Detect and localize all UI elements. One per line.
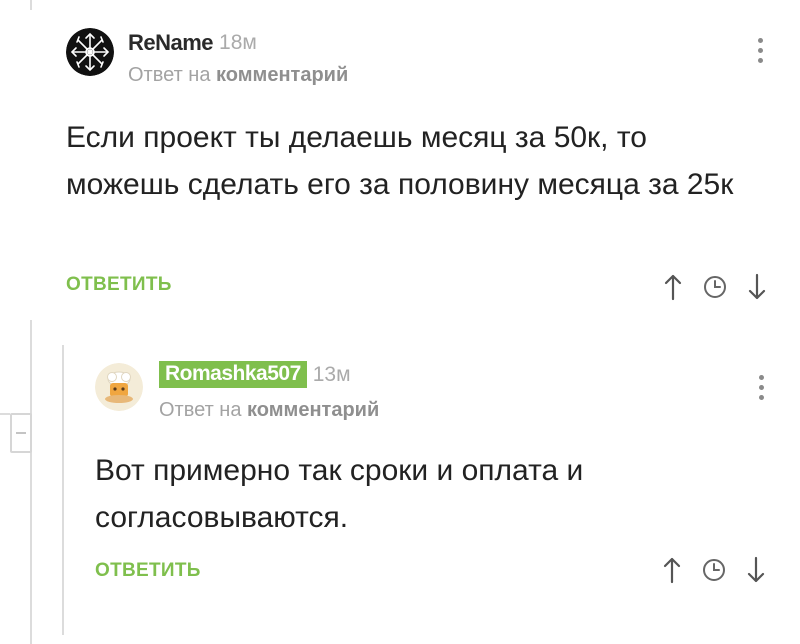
save-button[interactable]: [697, 553, 731, 587]
comment-menu-button[interactable]: [752, 38, 768, 68]
timestamp[interactable]: 18м: [219, 31, 257, 54]
reply-target-link[interactable]: комментарий: [216, 64, 348, 86]
vote-controls: [656, 270, 774, 304]
vertical-dots-icon: [752, 38, 768, 63]
upvote-button[interactable]: [655, 553, 689, 587]
vote-controls: [655, 553, 773, 587]
reply-prefix: Ответ на: [159, 399, 242, 421]
downvote-button[interactable]: [739, 553, 773, 587]
arrow-down-icon: [748, 273, 766, 300]
reply-context: Ответ на комментарий: [128, 64, 348, 87]
reply-target-link[interactable]: комментарий: [247, 399, 379, 421]
comment-text: Вот примерно так сроки и оплата и соглас…: [95, 454, 584, 534]
save-button[interactable]: [698, 270, 732, 304]
chef-bun-avatar-icon: [95, 363, 143, 411]
collapse-thread-button[interactable]: [10, 413, 32, 453]
upvote-button[interactable]: [656, 270, 690, 304]
timestamp[interactable]: 13м: [313, 363, 351, 386]
avatar[interactable]: [66, 28, 114, 76]
downvote-button[interactable]: [740, 270, 774, 304]
thread-branch-tick: [0, 413, 10, 415]
username-link[interactable]: Romashka507: [159, 361, 307, 388]
thread-line-top: [30, 0, 32, 10]
comment-menu-button[interactable]: [753, 375, 769, 405]
reply-button[interactable]: ОТВЕТИТЬ: [95, 560, 201, 582]
vertical-dots-icon: [753, 375, 769, 400]
comment-text: Если проект ты делаешь месяц за 50к, то …: [66, 121, 734, 201]
reply-context: Ответ на комментарий: [159, 399, 379, 422]
reply-button[interactable]: ОТВЕТИТЬ: [66, 274, 172, 296]
arrow-up-icon: [663, 557, 681, 584]
thread-line-main: [30, 320, 32, 644]
comment-header: ReName 18м: [128, 30, 257, 56]
minus-icon: [16, 432, 26, 434]
reply-prefix: Ответ на: [128, 64, 211, 86]
clock-icon: [703, 559, 725, 581]
avatar[interactable]: [95, 363, 143, 411]
username-link[interactable]: ReName: [128, 30, 214, 55]
comment-header: Romashka507 13м: [159, 361, 351, 388]
thread-line-reply: [62, 345, 64, 635]
arrow-down-icon: [747, 556, 765, 583]
arrow-up-icon: [664, 274, 682, 301]
clock-icon: [704, 276, 726, 298]
compass-emblem-icon: [66, 28, 114, 76]
